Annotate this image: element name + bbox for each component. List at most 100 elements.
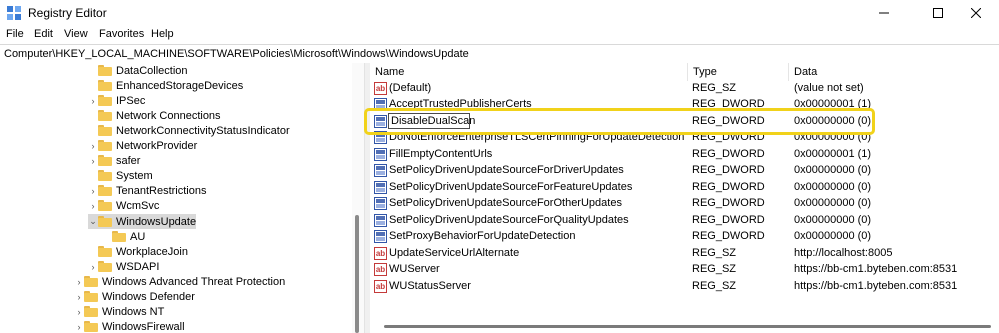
tree-item-label: TenantRestrictions bbox=[116, 184, 207, 197]
tree-item-network-connections[interactable]: Network Connections bbox=[88, 108, 221, 123]
maximize-icon bbox=[933, 8, 943, 18]
folder-icon bbox=[112, 231, 126, 242]
value-row[interactable]: SetPolicyDrivenUpdateSourceForQualityUpd… bbox=[370, 213, 999, 229]
tree-item-wsdapi[interactable]: › WSDAPI bbox=[88, 259, 160, 274]
tree-item-networkprovider[interactable]: › NetworkProvider bbox=[88, 138, 198, 153]
value-data: https://bb-cm1.byteben.com:8531 bbox=[794, 280, 958, 292]
chevron-right-icon[interactable]: › bbox=[88, 138, 98, 153]
tree-expander[interactable] bbox=[88, 168, 98, 183]
value-type: REG_SZ bbox=[692, 280, 737, 292]
tree-item-workplacejoin[interactable]: WorkplaceJoin bbox=[88, 244, 188, 259]
tree-item-label: Network Connections bbox=[116, 109, 221, 122]
menu-view[interactable]: View bbox=[64, 28, 88, 40]
tree-item-system[interactable]: System bbox=[88, 168, 153, 183]
value-data: (value not set) bbox=[794, 82, 864, 94]
folder-icon bbox=[98, 261, 112, 272]
tree-scrollbar-thumb[interactable] bbox=[355, 215, 359, 333]
value-row[interactable]: FillEmptyContentUrls REG_DWORD 0x0000000… bbox=[370, 147, 999, 163]
tree-expander[interactable] bbox=[88, 63, 98, 78]
dword-value-icon bbox=[374, 164, 387, 177]
chevron-right-icon[interactable]: › bbox=[74, 304, 84, 319]
value-row[interactable]: SetPolicyDrivenUpdateSourceForFeatureUpd… bbox=[370, 180, 999, 196]
menu-bar: File Edit View Favorites Help bbox=[0, 26, 999, 44]
close-button[interactable] bbox=[953, 0, 999, 26]
key-tree[interactable]: DataCollection EnhancedStorageDevices › … bbox=[0, 63, 364, 333]
tree-item-datacollection[interactable]: DataCollection bbox=[88, 63, 188, 78]
tree-item-windows-nt[interactable]: › Windows NT bbox=[74, 304, 165, 319]
folder-icon bbox=[98, 95, 112, 106]
menu-edit[interactable]: Edit bbox=[34, 28, 53, 40]
tree-item-windows-defender[interactable]: › Windows Defender bbox=[74, 289, 195, 304]
column-header-name[interactable]: Name bbox=[370, 63, 688, 81]
value-row[interactable]: ab WUStatusServer REG_SZ https://bb-cm1.… bbox=[370, 279, 999, 295]
folder-icon bbox=[98, 80, 112, 91]
tree-item-label: NetworkConnectivityStatusIndicator bbox=[116, 124, 290, 137]
chevron-right-icon[interactable]: › bbox=[88, 198, 98, 213]
value-type: REG_DWORD bbox=[692, 181, 765, 193]
value-type: REG_DWORD bbox=[692, 197, 765, 209]
chevron-right-icon[interactable]: › bbox=[88, 93, 98, 108]
value-name: WUServer bbox=[389, 263, 440, 275]
dword-value-icon bbox=[374, 148, 387, 161]
menu-file[interactable]: File bbox=[6, 28, 24, 40]
tree-item-ipsec[interactable]: › IPSec bbox=[88, 93, 146, 108]
string-value-icon: ab bbox=[374, 82, 387, 95]
callout-highlight-box bbox=[364, 108, 875, 135]
tree-item-label: EnhancedStorageDevices bbox=[116, 79, 244, 92]
title-bar: Registry Editor bbox=[0, 0, 999, 26]
menu-help[interactable]: Help bbox=[151, 28, 174, 40]
value-data: 0x00000000 (0) bbox=[794, 181, 872, 193]
tree-item-label: WorkplaceJoin bbox=[116, 245, 188, 258]
string-value-icon: ab bbox=[374, 247, 387, 260]
column-header-type[interactable]: Type bbox=[688, 63, 789, 81]
tree-item-au[interactable]: AU bbox=[102, 229, 145, 244]
tree-item-tenantrestrictions[interactable]: › TenantRestrictions bbox=[88, 183, 207, 198]
menu-favorites[interactable]: Favorites bbox=[99, 28, 144, 40]
tree-expander[interactable] bbox=[88, 108, 98, 123]
value-row[interactable]: ab WUServer REG_SZ https://bb-cm1.bytebe… bbox=[370, 262, 999, 278]
folder-icon bbox=[98, 110, 112, 121]
chevron-right-icon[interactable]: › bbox=[74, 274, 84, 289]
address-bar[interactable]: Computer\HKEY_LOCAL_MACHINE\SOFTWARE\Pol… bbox=[0, 44, 999, 64]
values-list[interactable]: Name Type Data ab (Default) REG_SZ (valu… bbox=[370, 63, 999, 333]
tree-item-label: WindowsFirewall bbox=[102, 320, 185, 333]
value-data: 0x00000000 (0) bbox=[794, 164, 872, 176]
value-row[interactable]: SetPolicyDrivenUpdateSourceForDriverUpda… bbox=[370, 163, 999, 179]
values-scrollbar-thumb[interactable] bbox=[384, 325, 991, 328]
tree-item-windowsfirewall[interactable]: › WindowsFirewall bbox=[74, 319, 185, 333]
value-row[interactable]: ab (Default) REG_SZ (value not set) bbox=[370, 81, 999, 97]
minimize-button[interactable] bbox=[861, 0, 907, 26]
folder-icon bbox=[98, 140, 112, 151]
value-type: REG_SZ bbox=[692, 247, 737, 259]
tree-item-wcmsvc[interactable]: › WcmSvc bbox=[88, 198, 160, 213]
value-row[interactable]: SetPolicyDrivenUpdateSourceForOtherUpdat… bbox=[370, 196, 999, 212]
chevron-right-icon[interactable]: › bbox=[74, 289, 84, 304]
tree-item-safer[interactable]: › safer bbox=[88, 153, 141, 168]
folder-icon bbox=[84, 276, 98, 287]
tree-expander[interactable] bbox=[88, 244, 98, 259]
chevron-right-icon[interactable]: › bbox=[74, 319, 84, 333]
registry-editor-icon bbox=[7, 6, 21, 20]
tree-expander[interactable] bbox=[88, 78, 98, 93]
tree-item-label: Windows Defender bbox=[102, 290, 195, 303]
chevron-right-icon[interactable]: › bbox=[88, 259, 98, 274]
value-row[interactable]: SetProxyBehaviorForUpdateDetection REG_D… bbox=[370, 229, 999, 245]
folder-icon bbox=[98, 170, 112, 181]
tree-item-enhancedstoragedevices[interactable]: EnhancedStorageDevices bbox=[88, 78, 243, 93]
folder-icon bbox=[98, 155, 112, 166]
tree-item-label: WindowsUpdate bbox=[116, 215, 197, 228]
chevron-down-icon[interactable]: ⌄ bbox=[88, 214, 98, 229]
value-name: SetPolicyDrivenUpdateSourceForDriverUpda… bbox=[389, 164, 624, 176]
address-path[interactable]: Computer\HKEY_LOCAL_MACHINE\SOFTWARE\Pol… bbox=[4, 48, 469, 60]
tree-expander[interactable] bbox=[88, 123, 98, 138]
chevron-right-icon[interactable]: › bbox=[88, 183, 98, 198]
value-name: SetProxyBehaviorForUpdateDetection bbox=[389, 230, 576, 242]
tree-expander[interactable] bbox=[102, 229, 112, 244]
tree-item-networkconnectivitystatusindicator[interactable]: NetworkConnectivityStatusIndicator bbox=[88, 123, 290, 138]
value-row[interactable]: ab UpdateServiceUrlAlternate REG_SZ http… bbox=[370, 246, 999, 262]
tree-item-windowsupdate[interactable]: ⌄ WindowsUpdate bbox=[88, 214, 196, 229]
column-header-data[interactable]: Data bbox=[789, 63, 999, 81]
tree-item-windows-advanced-threat-protection[interactable]: › Windows Advanced Threat Protection bbox=[74, 274, 286, 289]
chevron-right-icon[interactable]: › bbox=[88, 153, 98, 168]
value-data: 0x00000000 (0) bbox=[794, 214, 872, 226]
